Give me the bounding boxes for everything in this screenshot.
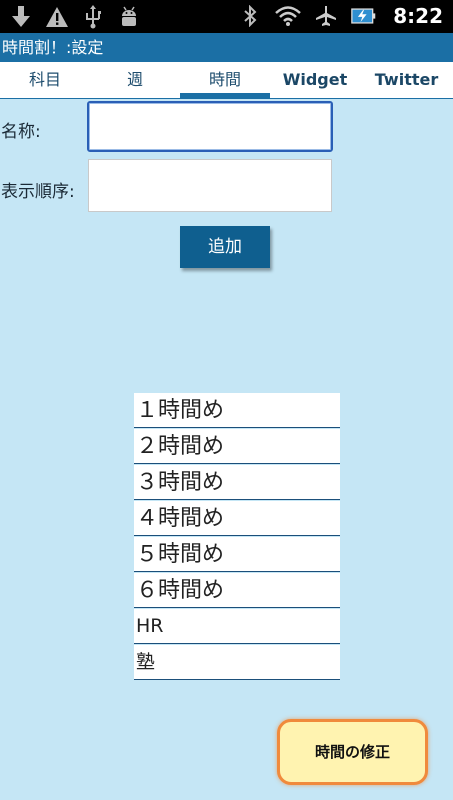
list-item[interactable]: ５時間め: [134, 537, 340, 572]
list-item[interactable]: ３時間め: [134, 465, 340, 500]
bluetooth-icon: [237, 3, 263, 29]
tab-week[interactable]: 週: [90, 62, 180, 98]
active-tab-indicator: [180, 93, 270, 98]
tab-label: 科目: [28, 70, 61, 89]
tab-label: Twitter: [374, 70, 439, 89]
tab-bar: 科目 週 時間 Widget Twitter: [0, 62, 453, 99]
tab-twitter[interactable]: Twitter: [360, 62, 453, 98]
order-label: 表示順序:: [1, 182, 75, 202]
app-title: 時間割！:設定: [2, 38, 104, 57]
tab-subjects[interactable]: 科目: [0, 62, 90, 98]
list-item[interactable]: ４時間め: [134, 501, 340, 536]
list-item[interactable]: HR: [134, 609, 340, 644]
usb-icon: [80, 4, 106, 30]
tab-label: 週: [126, 70, 143, 89]
download-icon: [8, 4, 34, 30]
wifi-icon: [275, 3, 302, 29]
android-debug-icon: [116, 4, 142, 30]
order-input[interactable]: [88, 159, 332, 212]
name-label: 名称:: [1, 122, 41, 142]
list-item[interactable]: ６時間め: [134, 573, 340, 608]
fix-time-button[interactable]: 時間の修正: [277, 719, 428, 785]
list-item[interactable]: 塾: [134, 645, 340, 680]
period-list: １時間め ２時間め ３時間め ４時間め ５時間め ６時間め HR 塾: [134, 393, 340, 681]
airplane-icon: [313, 3, 339, 29]
tab-label: 時間: [208, 70, 241, 89]
clock: 8:22: [393, 4, 443, 28]
status-bar-system: 8:22: [237, 3, 443, 29]
tab-widget[interactable]: Widget: [270, 62, 360, 98]
status-bar-notifications: [8, 4, 142, 30]
warning-icon: [44, 4, 70, 30]
list-item[interactable]: ２時間め: [134, 429, 340, 464]
add-button[interactable]: 追加: [180, 226, 270, 268]
name-input[interactable]: [87, 101, 333, 152]
list-item[interactable]: １時間め: [134, 393, 340, 428]
tab-time[interactable]: 時間: [180, 62, 270, 98]
status-bar: 8:22: [0, 0, 453, 33]
battery-charging-icon: [351, 3, 377, 29]
tab-label: Widget: [282, 70, 348, 89]
app-title-bar: 時間割！:設定: [0, 33, 453, 62]
